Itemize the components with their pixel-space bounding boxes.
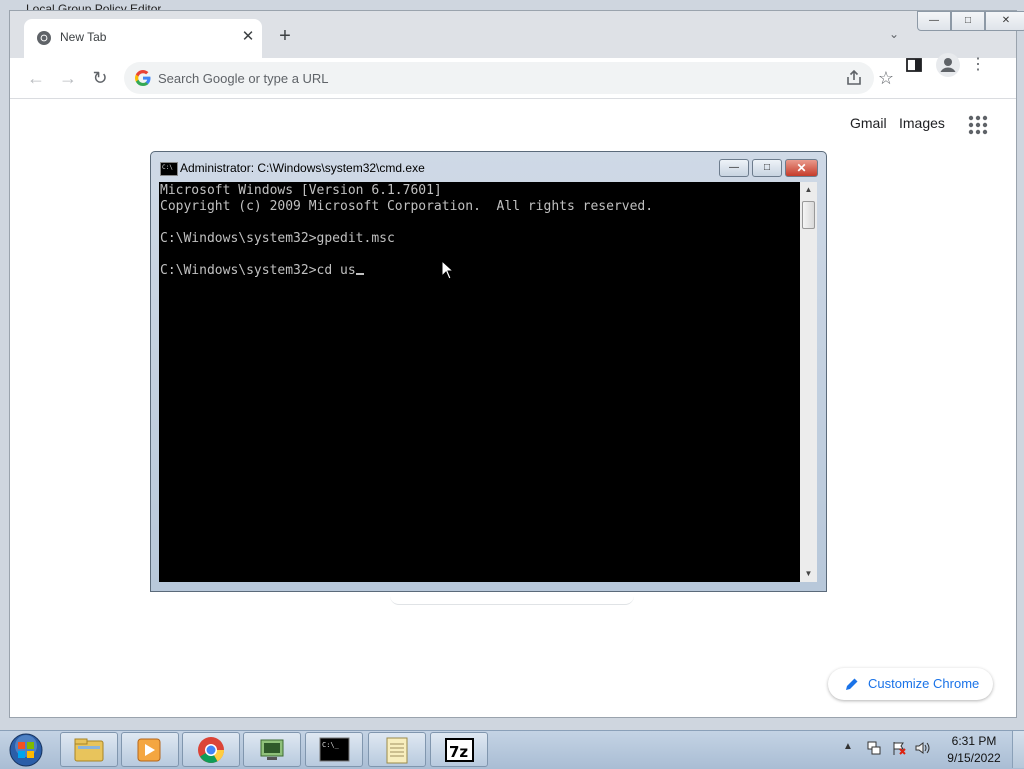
cmd-window-icon: C:\ xyxy=(160,162,178,176)
cmd-close-button[interactable]: ✕ xyxy=(785,159,818,177)
taskbar-remote-desktop-button[interactable] xyxy=(243,732,301,767)
chrome-menu-icon[interactable]: ⋮ xyxy=(968,55,988,75)
chrome-tab-icon xyxy=(37,31,51,45)
show-desktop-button[interactable] xyxy=(1012,731,1024,768)
action-center-flag-icon[interactable] xyxy=(891,740,907,756)
scroll-down-arrow-icon[interactable]: ▼ xyxy=(800,566,817,582)
taskbar: C:\_ 7z ▲ 6:31 PM 9/15/2022 xyxy=(0,730,1024,769)
svg-text:C:\_: C:\_ xyxy=(322,741,340,749)
ntp-search-box[interactable] xyxy=(390,596,634,605)
taskbar-cmd-button[interactable]: C:\_ xyxy=(305,732,363,767)
share-icon[interactable] xyxy=(844,68,864,88)
text-cursor xyxy=(355,273,364,275)
window-maximize-button[interactable]: □ xyxy=(951,11,985,31)
taskbar-7zip-button[interactable]: 7z xyxy=(430,732,488,767)
console-line: Microsoft Windows [Version 6.1.7601] xyxy=(160,183,442,198)
console-prompt-line[interactable]: C:\Windows\system32>cd us xyxy=(160,263,364,279)
folder-icon xyxy=(74,738,104,762)
back-button[interactable]: ← xyxy=(24,66,48,90)
images-link[interactable]: Images xyxy=(899,115,945,131)
tab-search-button[interactable]: ⌄ xyxy=(884,27,904,47)
taskbar-chrome-button[interactable] xyxy=(182,732,240,767)
volume-icon[interactable] xyxy=(914,740,932,756)
forward-button[interactable]: → xyxy=(56,66,80,90)
console-current-input: C:\Windows\system32>cd us xyxy=(160,263,356,278)
svg-text:7z: 7z xyxy=(449,743,468,761)
reload-button[interactable]: ↻ xyxy=(88,66,112,90)
omnibox[interactable]: ☆ xyxy=(124,62,894,94)
console-output[interactable]: Microsoft Windows [Version 6.1.7601] Cop… xyxy=(159,182,800,582)
console-scrollbar[interactable]: ▲ ▼ xyxy=(800,182,817,582)
gmail-link[interactable]: Gmail xyxy=(850,115,887,131)
side-panel-icon[interactable] xyxy=(904,55,924,75)
taskbar-media-player-button[interactable] xyxy=(121,732,179,767)
cmd-maximize-button[interactable]: □ xyxy=(752,159,782,177)
window-minimize-button[interactable]: — xyxy=(917,11,951,31)
pencil-icon xyxy=(846,678,858,690)
omnibox-input[interactable] xyxy=(158,62,718,94)
start-button[interactable] xyxy=(5,732,47,768)
window-close-button[interactable]: ✕ xyxy=(985,11,1024,31)
cmd-minimize-button[interactable]: — xyxy=(719,159,749,177)
profile-avatar-icon[interactable] xyxy=(936,53,960,77)
tab-strip: New Tab ✕ + ⌄ xyxy=(10,11,1016,58)
console-line: C:\Windows\system32>gpedit.msc xyxy=(160,231,395,246)
show-hidden-icons-button[interactable]: ▲ xyxy=(843,741,853,752)
clock-time[interactable]: 6:31 PM xyxy=(945,734,1003,748)
scroll-up-arrow-icon[interactable]: ▲ xyxy=(800,182,817,198)
customize-chrome-button[interactable]: Customize Chrome xyxy=(828,668,993,700)
network-computer-icon xyxy=(260,739,284,760)
tab-title: New Tab xyxy=(60,30,107,44)
taskbar-notepad-button[interactable] xyxy=(368,732,426,767)
network-icon[interactable] xyxy=(866,740,882,756)
notepad-icon xyxy=(386,737,408,764)
clock-date[interactable]: 9/15/2022 xyxy=(945,751,1003,765)
console-line: Copyright (c) 2009 Microsoft Corporation… xyxy=(160,199,654,214)
mouse-pointer-icon xyxy=(441,260,455,280)
chrome-toolbar: ← → ↻ ☆ xyxy=(10,58,1016,99)
cmd-window[interactable]: C:\ Administrator: C:\Windows\system32\c… xyxy=(150,151,827,592)
command-prompt-icon: C:\_ xyxy=(319,737,350,762)
customize-chrome-label: Customize Chrome xyxy=(868,676,980,691)
media-player-icon xyxy=(137,738,161,762)
cmd-window-title: Administrator: C:\Windows\system32\cmd.e… xyxy=(180,161,425,175)
tab-new-tab[interactable]: New Tab ✕ xyxy=(24,19,262,58)
new-tab-button[interactable]: + xyxy=(274,25,296,47)
google-apps-icon[interactable] xyxy=(966,113,990,137)
google-g-icon xyxy=(135,70,151,86)
chrome-icon xyxy=(198,737,225,763)
tab-close-icon[interactable]: ✕ xyxy=(238,27,258,47)
bookmark-star-icon[interactable]: ☆ xyxy=(876,68,896,88)
7zip-icon: 7z xyxy=(445,738,474,762)
taskbar-explorer-button[interactable] xyxy=(60,732,118,767)
scrollbar-thumb[interactable] xyxy=(802,201,815,229)
